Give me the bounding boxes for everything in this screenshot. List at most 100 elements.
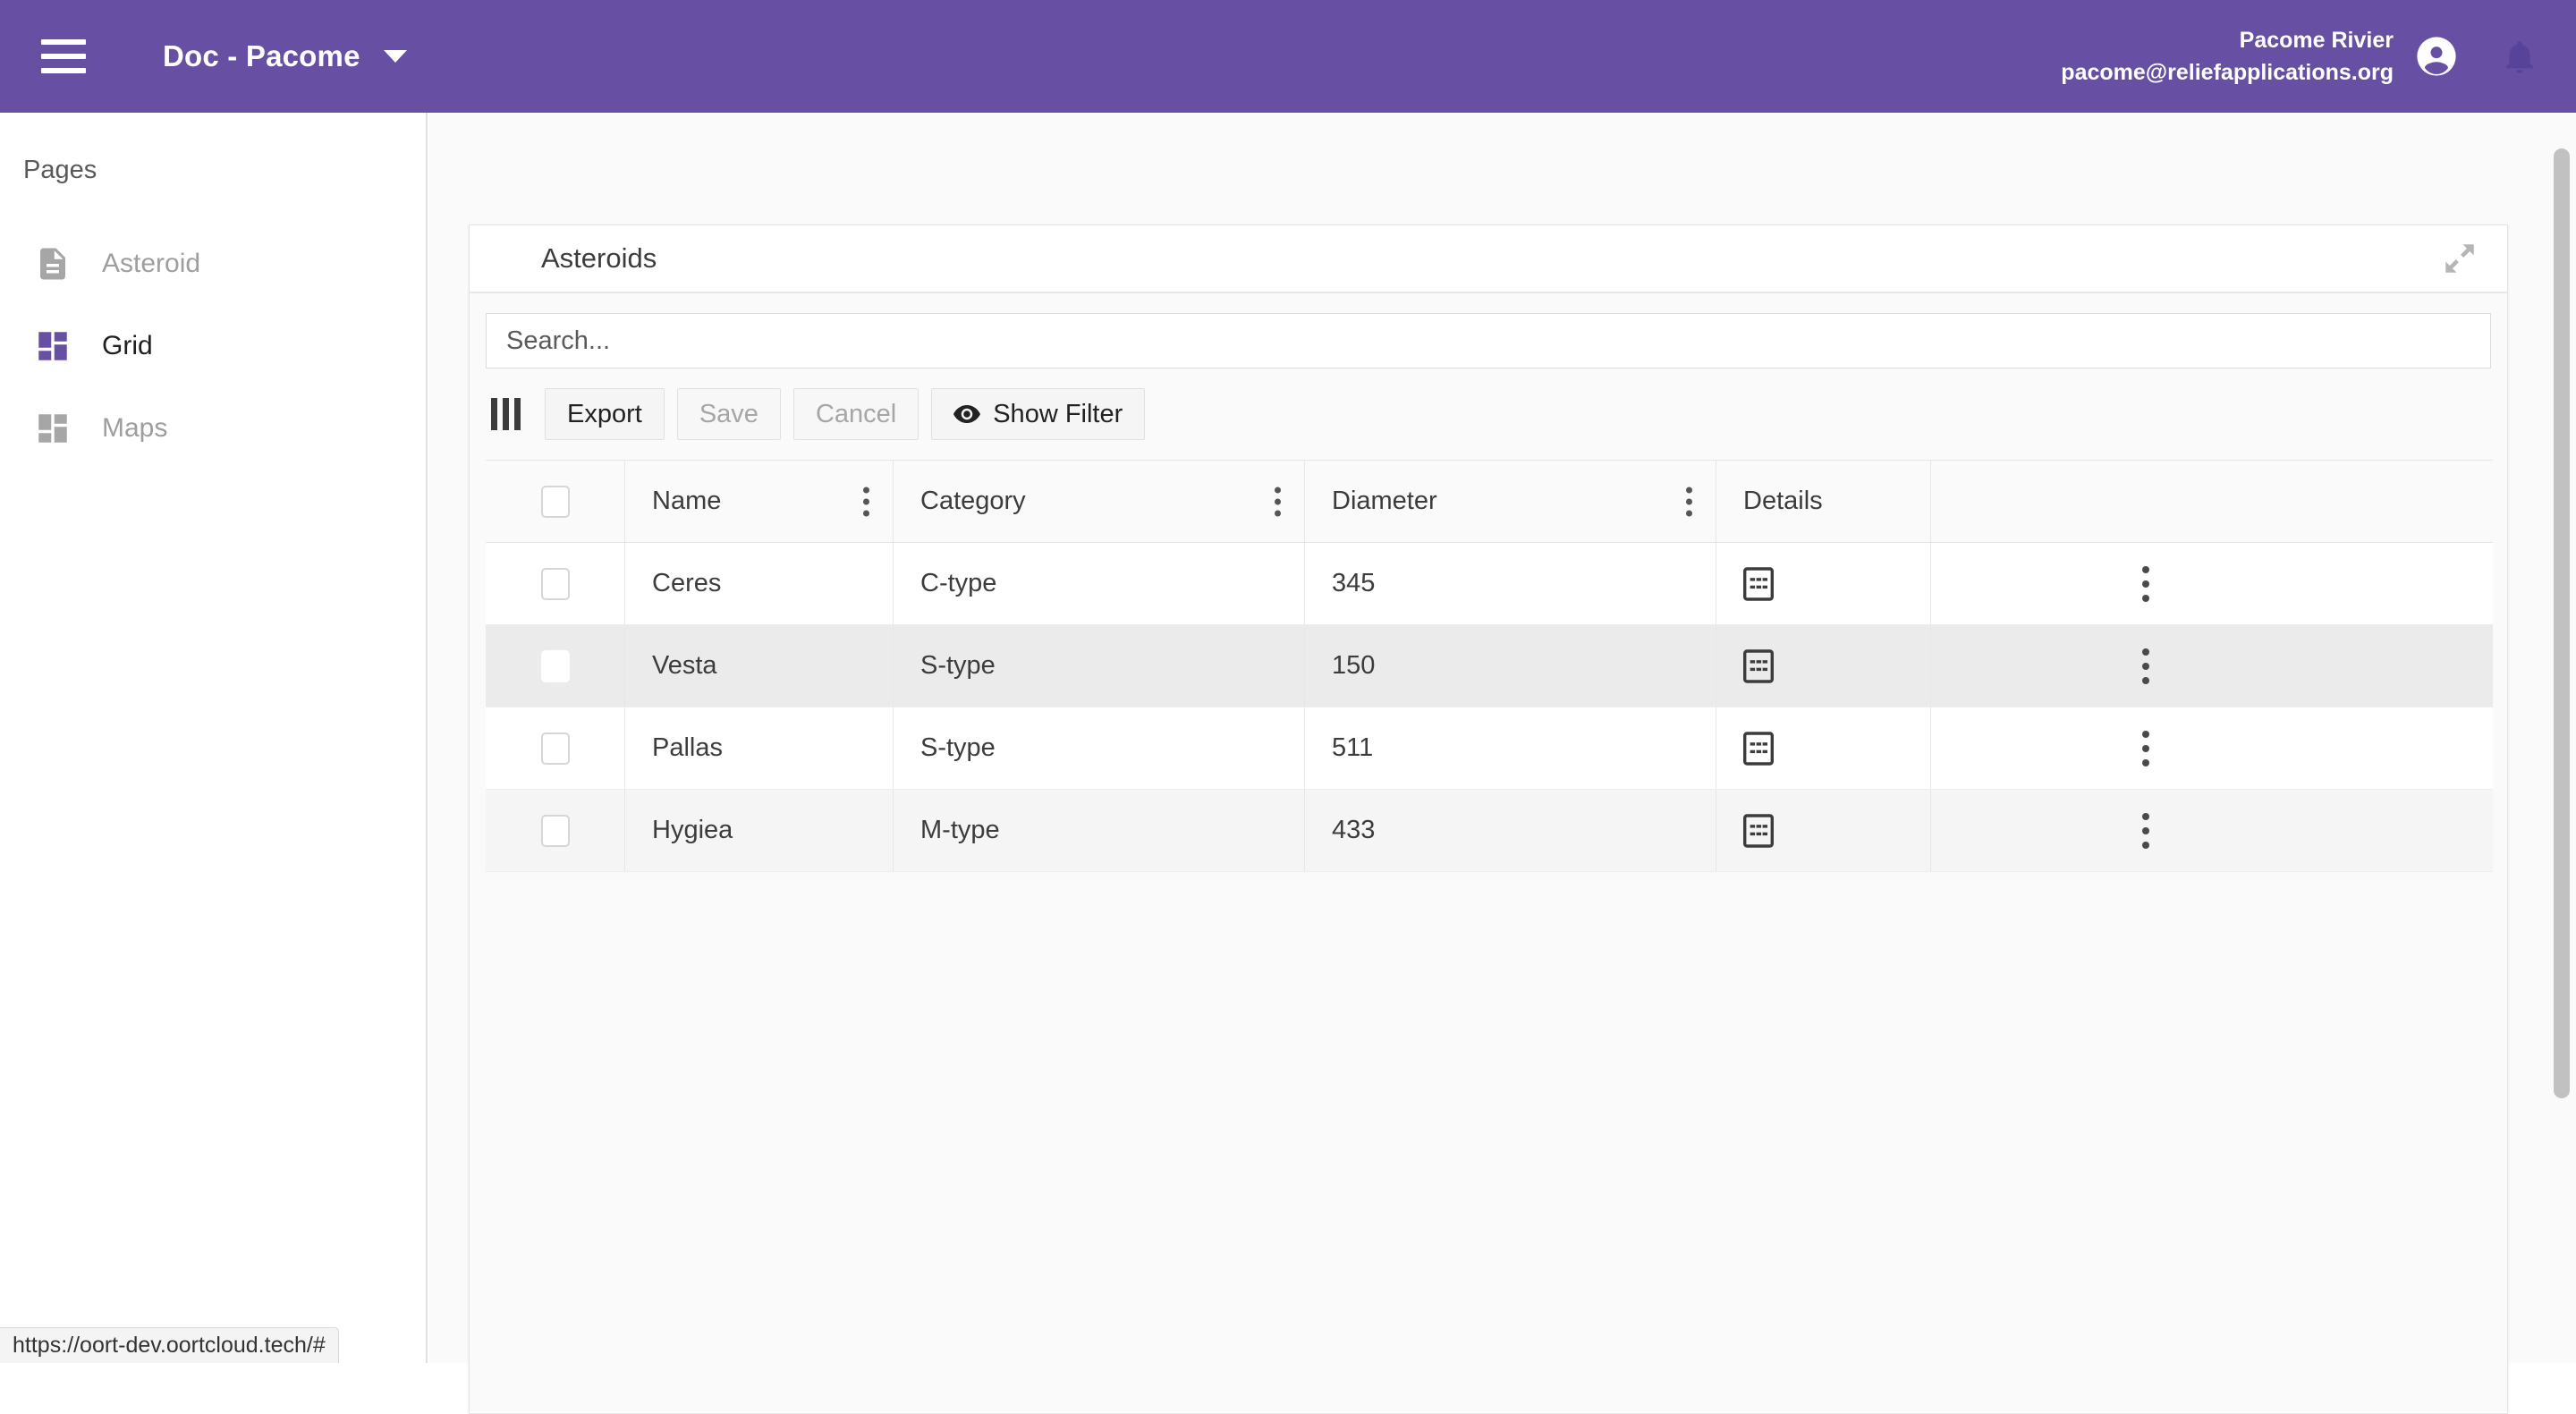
row-checkbox[interactable] — [541, 568, 570, 600]
more-vertical-icon[interactable] — [2142, 731, 2149, 766]
column-header-actions — [1931, 461, 2360, 542]
dashboard-icon — [34, 410, 72, 447]
table-row[interactable]: Hygiea M-type 433 — [486, 790, 2493, 872]
main-content: Asteroids Export Save Cancel Show Filter — [429, 113, 2576, 1363]
sidebar-item-grid[interactable]: Grid — [0, 305, 426, 387]
save-button[interactable]: Save — [677, 388, 781, 440]
details-view-icon[interactable] — [1743, 814, 1774, 848]
top-app-bar: Doc - Pacome Pacome Rivier pacome@relief… — [0, 0, 2576, 113]
table-row[interactable]: Vesta S-type 150 — [486, 625, 2493, 707]
row-actions-cell — [1931, 543, 2360, 624]
user-name: Pacome Rivier — [2061, 24, 2394, 56]
column-header-details[interactable]: Details — [1716, 461, 1931, 542]
cancel-button[interactable]: Cancel — [793, 388, 919, 440]
more-vertical-icon[interactable] — [2142, 813, 2149, 849]
hamburger-menu-icon[interactable] — [41, 39, 86, 73]
row-spacer — [2360, 625, 2493, 707]
show-filter-button[interactable]: Show Filter — [931, 388, 1145, 440]
sidebar-nav-list: Asteroid Grid Maps — [0, 223, 426, 470]
search-bar[interactable] — [486, 313, 2491, 368]
expand-fullscreen-icon[interactable] — [2441, 240, 2479, 277]
row-spacer — [2360, 790, 2493, 871]
row-checkbox[interactable] — [541, 815, 570, 847]
sidebar-item-asteroid[interactable]: Asteroid — [0, 223, 426, 305]
column-header-label: Category — [920, 487, 1026, 516]
select-all-cell — [486, 461, 625, 542]
page-scrollbar[interactable] — [2551, 114, 2572, 1358]
bell-icon[interactable] — [2499, 33, 2540, 80]
row-checkbox[interactable] — [541, 732, 570, 765]
sidebar-item-maps[interactable]: Maps — [0, 387, 426, 470]
row-select-cell — [486, 707, 625, 789]
scrollbar-thumb[interactable] — [2554, 148, 2570, 1098]
more-vertical-icon[interactable] — [2142, 648, 2149, 684]
user-info: Pacome Rivier pacome@reliefapplications.… — [2061, 24, 2394, 89]
row-select-cell — [486, 543, 625, 624]
column-header-diameter[interactable]: Diameter — [1305, 461, 1716, 542]
asteroids-table: Name Category Diameter Details — [486, 460, 2493, 872]
cell-category: S-type — [894, 707, 1305, 789]
cell-name: Ceres — [625, 543, 894, 624]
cell-diameter: 511 — [1305, 707, 1716, 789]
row-checkbox[interactable] — [541, 650, 570, 682]
cell-details — [1716, 625, 1931, 707]
app-title: Doc - Pacome — [163, 39, 360, 73]
cell-name: Pallas — [625, 707, 894, 789]
topbar-right-group: Pacome Rivier pacome@reliefapplications.… — [2061, 24, 2540, 89]
table-header-row: Name Category Diameter Details — [486, 461, 2493, 543]
cell-details — [1716, 790, 1931, 871]
eye-icon — [953, 405, 980, 423]
cell-details — [1716, 707, 1931, 789]
user-email: pacome@reliefapplications.org — [2061, 56, 2394, 89]
select-all-checkbox[interactable] — [541, 486, 570, 518]
details-view-icon[interactable] — [1743, 732, 1774, 766]
column-header-name[interactable]: Name — [625, 461, 894, 542]
cell-diameter: 345 — [1305, 543, 1716, 624]
column-header-label: Details — [1743, 487, 1823, 516]
column-header-category[interactable]: Category — [894, 461, 1305, 542]
grid-toolbar: Export Save Cancel Show Filter — [486, 388, 2491, 440]
cell-category: C-type — [894, 543, 1305, 624]
table-row[interactable]: Pallas S-type 511 — [486, 707, 2493, 790]
sidebar-item-label: Asteroid — [102, 249, 200, 279]
cell-name: Vesta — [625, 625, 894, 707]
more-vertical-icon[interactable] — [1686, 487, 1692, 516]
chevron-down-icon[interactable] — [384, 50, 407, 63]
sidebar-section-label: Pages — [23, 156, 426, 185]
details-view-icon[interactable] — [1743, 567, 1774, 601]
show-filter-label: Show Filter — [993, 400, 1123, 429]
search-input[interactable] — [487, 326, 2490, 356]
more-vertical-icon[interactable] — [1275, 487, 1281, 516]
export-button[interactable]: Export — [545, 388, 665, 440]
sidebar-item-label: Maps — [102, 413, 167, 444]
row-actions-cell — [1931, 707, 2360, 789]
cell-diameter: 150 — [1305, 625, 1716, 707]
asteroids-widget-card: Asteroids Export Save Cancel Show Filter — [469, 224, 2508, 1414]
dashboard-icon — [34, 327, 72, 365]
cell-details — [1716, 543, 1931, 624]
column-header-label: Diameter — [1332, 487, 1437, 516]
widget-header: Asteroids — [470, 225, 2507, 293]
more-vertical-icon[interactable] — [863, 487, 869, 516]
row-select-cell — [486, 625, 625, 707]
more-vertical-icon[interactable] — [2142, 566, 2149, 602]
table-row[interactable]: Ceres C-type 345 — [486, 543, 2493, 625]
widget-body: Export Save Cancel Show Filter — [470, 293, 2507, 1411]
status-bar-url: https://oort-dev.oortcloud.tech/# — [0, 1327, 339, 1363]
widget-title: Asteroids — [541, 242, 657, 275]
row-actions-cell — [1931, 625, 2360, 707]
cell-category: M-type — [894, 790, 1305, 871]
sidebar: Pages Asteroid Grid Maps — [0, 113, 428, 1363]
details-view-icon[interactable] — [1743, 649, 1774, 683]
sidebar-item-label: Grid — [102, 331, 153, 361]
column-header-spacer — [2360, 461, 2493, 542]
document-icon — [34, 245, 72, 283]
column-header-label: Name — [652, 487, 721, 516]
row-select-cell — [486, 790, 625, 871]
row-actions-cell — [1931, 790, 2360, 871]
cell-category: S-type — [894, 625, 1305, 707]
account-circle-icon[interactable] — [2413, 33, 2460, 80]
columns-icon[interactable] — [491, 398, 521, 430]
row-spacer — [2360, 707, 2493, 789]
cell-name: Hygiea — [625, 790, 894, 871]
